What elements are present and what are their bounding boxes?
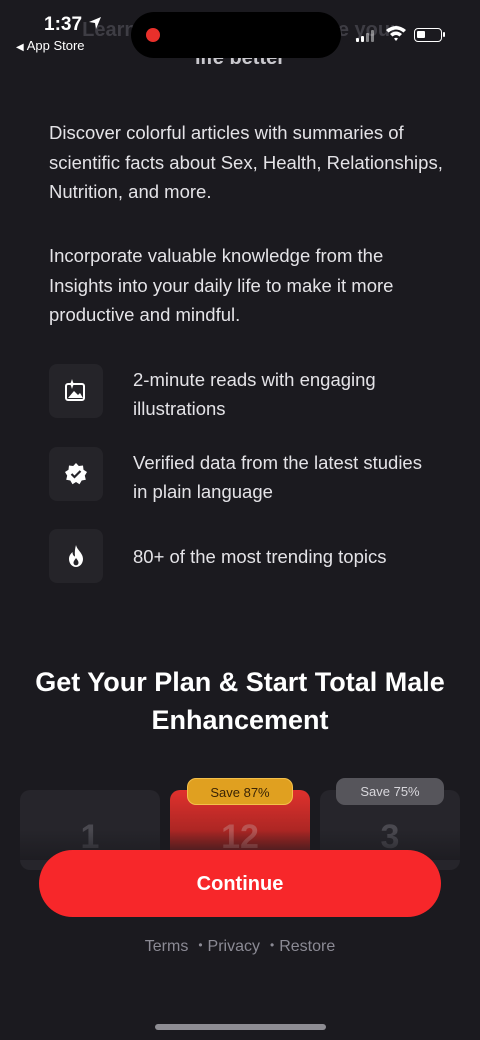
- verified-badge-icon: [65, 463, 87, 485]
- restore-link[interactable]: Restore: [279, 938, 335, 956]
- terms-link[interactable]: Terms: [145, 938, 189, 956]
- savings-badge: Save 87%: [187, 778, 293, 805]
- back-to-app-store[interactable]: ◀ App Store: [16, 38, 85, 53]
- feature-text-topics: 80+ of the most trending topics: [133, 546, 387, 567]
- savings-badge: Save 75%: [336, 778, 444, 805]
- home-indicator[interactable]: [155, 1024, 326, 1030]
- dynamic-island: [131, 12, 341, 58]
- intro-paragraph: Discover colorful articles with summarie…: [49, 122, 443, 202]
- cellular-signal-icon: [356, 30, 376, 42]
- image-sparkle-icon: [65, 379, 85, 401]
- insights-paragraph: Incorporate valuable knowledge from the …: [49, 245, 394, 325]
- feature-text-verified: Verified data from the latest studies in…: [133, 452, 422, 502]
- continue-button[interactable]: Continue: [39, 850, 441, 917]
- status-bar: Learn secrets that will make your life b…: [0, 0, 480, 69]
- back-app-label: App Store: [26, 38, 85, 53]
- battery-icon: [414, 28, 445, 42]
- feature-icon-box: [49, 364, 103, 418]
- location-arrow-icon: [89, 17, 101, 29]
- feature-icon-box: [49, 447, 103, 501]
- separator-dot: •: [198, 938, 203, 952]
- feature-text-reads: 2-minute reads with engaging illustratio…: [133, 369, 376, 419]
- wifi-icon: [386, 26, 406, 41]
- separator-dot: •: [269, 938, 275, 952]
- footer-links: Terms • Privacy • Restore: [0, 938, 480, 956]
- plan-headline: Get Your Plan & Start Total Male Enhance…: [35, 667, 445, 735]
- fire-icon: [69, 545, 83, 567]
- back-triangle-icon: ◀: [16, 42, 24, 53]
- feature-icon-box: [49, 529, 103, 583]
- clock: 1:37: [44, 14, 83, 35]
- recording-dot-icon: [146, 28, 160, 42]
- privacy-link[interactable]: Privacy: [208, 938, 260, 956]
